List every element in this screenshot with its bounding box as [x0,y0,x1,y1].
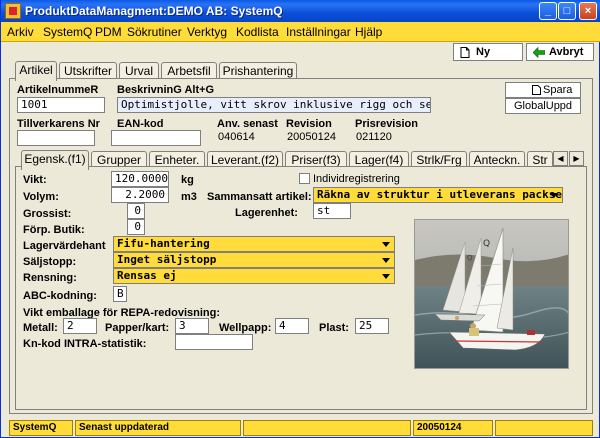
status-empty [243,420,411,436]
wholesaler-label: Grossist: [23,208,72,220]
article-number-field[interactable]: 1001 [17,97,105,113]
app-icon [5,3,21,19]
stock-unit-label: Lagerenhet: [235,207,298,219]
chevron-down-icon [382,274,390,279]
tab-scroll-left-icon[interactable]: ◀ [553,151,568,166]
minimize-button[interactable]: _ [539,2,557,20]
save-button[interactable]: Spara [505,82,581,98]
status-extra [495,420,593,436]
close-button[interactable]: × [579,2,597,20]
sales-stop-value: Inget säljstopp [117,253,217,266]
cleaning-label: Rensning: [23,272,77,284]
manufacturer-number-label: Tillverkarens Nr [17,118,100,130]
price-revision-label: Prisrevision [355,118,418,130]
tab-scroll: ◀ ▶ [553,151,585,166]
sales-stop-label: Säljstopp: [23,256,77,268]
menu-verktyg[interactable]: Verktyg [187,25,227,39]
composite-select[interactable]: Räkna av struktur i utleverans packsedel [313,187,563,203]
manufacturer-number-field[interactable] [17,130,95,146]
abc-label: ABC-kodning: [23,290,97,302]
composite-label: Sammansatt artikel: [207,191,312,203]
save-label: Spara [543,84,573,96]
intrastat-label: Kn-kod INTRA-statistik: [23,338,147,350]
stock-unit-field[interactable]: st [313,203,351,219]
new-label: Ny [476,46,491,58]
product-photo: Q Q [414,219,569,369]
status-message: Senast uppdaterad [75,420,241,436]
weight-field[interactable]: 120.0000 [111,171,169,187]
volume-field[interactable]: 2.2000 [111,187,169,203]
cardboard-label: Wellpapp: [219,322,272,334]
cleaning-select[interactable]: Rensas ej [113,268,395,284]
menu-installningar[interactable]: Inställningar [286,25,351,39]
paper-field[interactable]: 3 [175,318,209,334]
svg-text:Q: Q [483,239,490,249]
package-label: Förp. Butik: [23,224,85,236]
main-window: ProduktDataManagment:DEMO AB: SystemQ _ … [0,0,600,438]
svg-text:Q: Q [467,254,473,262]
chevron-down-icon [550,193,558,198]
menu-sokrutiner[interactable]: Sökrutiner [127,25,182,39]
maximize-button[interactable]: □ [558,2,576,20]
menu-pdm[interactable]: PDM [95,25,122,39]
save-document-icon [532,85,541,95]
sales-stop-select[interactable]: Inget säljstopp [113,252,395,268]
chevron-down-icon [382,242,390,247]
menu-systemq[interactable]: SystemQ [43,25,92,39]
tab-egenskaper[interactable]: Egensk.(f1) [21,150,89,170]
abc-field[interactable]: B [113,286,127,302]
package-field[interactable]: 0 [127,219,145,235]
paper-label: Papper/kart: [105,322,170,334]
menu-kodlista[interactable]: Kodlista [236,25,279,39]
status-app: SystemQ [9,420,73,436]
description-label: BeskrivninG Alt+G [117,84,215,96]
ean-field[interactable] [111,130,201,146]
weight-unit: kg [181,174,194,186]
new-document-icon [460,47,470,58]
status-bar: SystemQ Senast uppdaterad 20050124 [9,420,593,436]
cancel-label: Avbryt [549,46,584,58]
last-used-value: 040614 [215,130,277,146]
ean-label: EAN-kod [117,118,164,130]
volume-unit: m3 [181,191,197,203]
tab-scroll-right-icon[interactable]: ▶ [569,151,584,166]
title-bar: ProduktDataManagment:DEMO AB: SystemQ _ … [1,0,600,22]
stock-value-value: Fifu-hantering [117,237,210,250]
chevron-down-icon [382,258,390,263]
cancel-button[interactable]: Avbryt [526,43,594,61]
status-date: 20050124 [413,420,493,436]
tab-artikel[interactable]: Artikel [15,61,57,81]
cleaning-value: Rensas ej [117,269,177,282]
intrastat-field[interactable] [175,334,253,350]
revision-value: 20050124 [284,130,346,146]
metal-label: Metall: [23,322,58,334]
composite-value: Räkna av struktur i utleverans packsedel [317,188,563,201]
green-arrow-icon [533,47,545,58]
revision-label: Revision [286,118,332,130]
individual-registration-checkbox[interactable] [299,173,310,184]
individual-registration-label: Individregistrering [313,173,400,185]
cardboard-field[interactable]: 4 [275,318,309,334]
description-field[interactable]: Optimistjolle, vitt skrov inklusive rigg… [117,97,431,113]
wholesaler-field[interactable]: 0 [127,203,145,219]
menu-arkiv[interactable]: Arkiv [7,25,34,39]
window-title: ProduktDataManagment:DEMO AB: SystemQ [25,4,283,18]
weight-label: Vikt: [23,174,47,186]
menu-hjalp[interactable]: Hjälp [355,25,382,39]
article-number-label: ArtikelnummeR [17,84,99,96]
price-revision-value: 021120 [353,130,415,146]
stock-value-select[interactable]: Fifu-hantering [113,236,395,252]
new-button[interactable]: Ny [453,43,523,61]
last-used-label: Anv. senast [217,118,278,130]
plastic-label: Plast: [319,322,349,334]
menu-bar: Arkiv SystemQ PDM Sökrutiner Verktyg Kod… [1,22,600,42]
plastic-field[interactable]: 25 [355,318,389,334]
volume-label: Volym: [23,191,59,203]
global-update-button[interactable]: GlobalUppd [505,98,581,114]
stock-value-label: Lagervärdehant [23,240,106,252]
metal-field[interactable]: 2 [63,318,97,334]
